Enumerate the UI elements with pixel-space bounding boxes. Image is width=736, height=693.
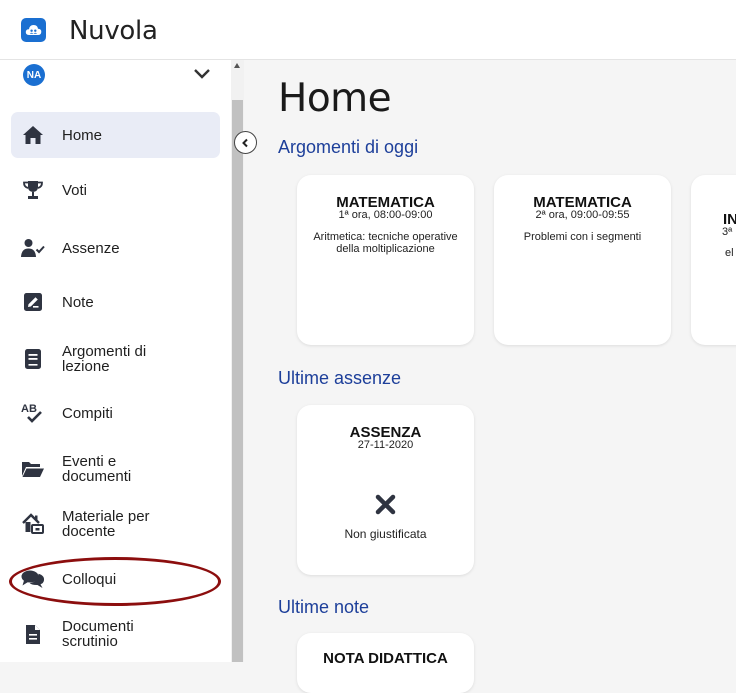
x-icon bbox=[375, 494, 396, 515]
cloud-logo-icon bbox=[21, 18, 46, 42]
house-user-icon bbox=[21, 512, 45, 536]
sidebar-item-label: Materiale per docente bbox=[62, 508, 150, 540]
sidebar-item-compiti[interactable]: AB Compiti bbox=[11, 390, 220, 436]
avatar: NA bbox=[23, 64, 45, 86]
sidebar-item-colloqui[interactable]: Colloqui bbox=[11, 556, 220, 602]
home-icon bbox=[21, 123, 45, 147]
section-title-argomenti: Argomenti di oggi bbox=[278, 137, 419, 157]
sidebar-item-label: Assenze bbox=[62, 239, 120, 257]
top-bar: Nuvola bbox=[0, 0, 736, 60]
absence-card[interactable]: ASSENZA 27-11-2020 Non giustificata bbox=[297, 405, 474, 575]
chevron-left-icon bbox=[242, 138, 248, 147]
lesson-card[interactable]: MATEMATICA 2ª ora, 09:00-09:55 Problemi … bbox=[494, 175, 671, 345]
card-description: el bbox=[725, 247, 734, 259]
sidebar: NA Home Voti Assenze Note Argomenti di l… bbox=[0, 60, 231, 662]
sidebar-item-label: Note bbox=[62, 293, 94, 311]
card-status: Non giustificata bbox=[344, 527, 427, 541]
user-check-icon bbox=[21, 236, 45, 260]
lesson-card-partial[interactable]: IN 3ª el bbox=[691, 175, 736, 345]
scroll-up-arrow-icon[interactable] bbox=[234, 63, 240, 68]
note-card[interactable]: NOTA DIDATTICA bbox=[297, 633, 474, 693]
card-description: Aritmetica: tecniche operative della mol… bbox=[313, 231, 458, 255]
spellcheck-icon: AB bbox=[21, 401, 45, 425]
sidebar-item-voti[interactable]: Voti bbox=[11, 167, 220, 213]
sidebar-item-documenti-scrutinio[interactable]: Documenti scrutinio bbox=[11, 611, 220, 657]
card-time: 3ª bbox=[722, 226, 733, 238]
sidebar-item-label: Home bbox=[62, 126, 103, 144]
scrollbar-thumb[interactable] bbox=[232, 100, 243, 662]
sidebar-item-eventi[interactable]: Eventi e documenti bbox=[11, 446, 220, 492]
folder-open-icon bbox=[21, 457, 45, 481]
sidebar-item-label: Argomenti di lezione bbox=[62, 343, 147, 375]
edit-note-icon bbox=[21, 290, 45, 314]
trophy-icon bbox=[21, 178, 45, 202]
card-type: NOTA DIDATTICA bbox=[323, 650, 448, 667]
section-title-note: Ultime note bbox=[278, 597, 370, 617]
sidebar-item-materiale[interactable]: Materiale per docente bbox=[11, 501, 220, 547]
book-icon bbox=[21, 347, 45, 371]
sidebar-item-argomenti[interactable]: Argomenti di lezione bbox=[11, 336, 220, 382]
sidebar-item-home[interactable]: Home bbox=[11, 112, 220, 158]
sidebar-item-label: Compiti bbox=[62, 404, 113, 422]
file-icon bbox=[21, 622, 45, 646]
sidebar-item-label: Colloqui bbox=[62, 570, 117, 588]
section-title-assenze: Ultime assenze bbox=[278, 368, 402, 388]
card-date: 27-11-2020 bbox=[357, 439, 414, 451]
card-time: 2ª ora, 09:00-09:55 bbox=[535, 209, 630, 221]
collapse-sidebar-button[interactable] bbox=[234, 131, 257, 154]
sidebar-item-label: Voti bbox=[62, 181, 88, 199]
sidebar-item-label: Eventi e documenti bbox=[62, 453, 132, 485]
sidebar-item-note[interactable]: Note bbox=[11, 279, 220, 325]
page-title: Home bbox=[278, 76, 392, 121]
lesson-card[interactable]: MATEMATICA 1ª ora, 08:00-09:00 Aritmetic… bbox=[297, 175, 474, 345]
app-title: Nuvola bbox=[69, 16, 158, 46]
chevron-down-icon[interactable] bbox=[192, 66, 212, 82]
user-menu[interactable]: NA bbox=[0, 60, 231, 96]
sidebar-item-label: Documenti scrutinio bbox=[62, 618, 134, 650]
svg-text:AB: AB bbox=[21, 403, 37, 415]
card-time: 1ª ora, 08:00-09:00 bbox=[338, 209, 433, 221]
sidebar-item-assenze[interactable]: Assenze bbox=[11, 225, 220, 271]
comments-icon bbox=[21, 567, 45, 591]
card-description: Problemi con i segmenti bbox=[523, 231, 642, 243]
